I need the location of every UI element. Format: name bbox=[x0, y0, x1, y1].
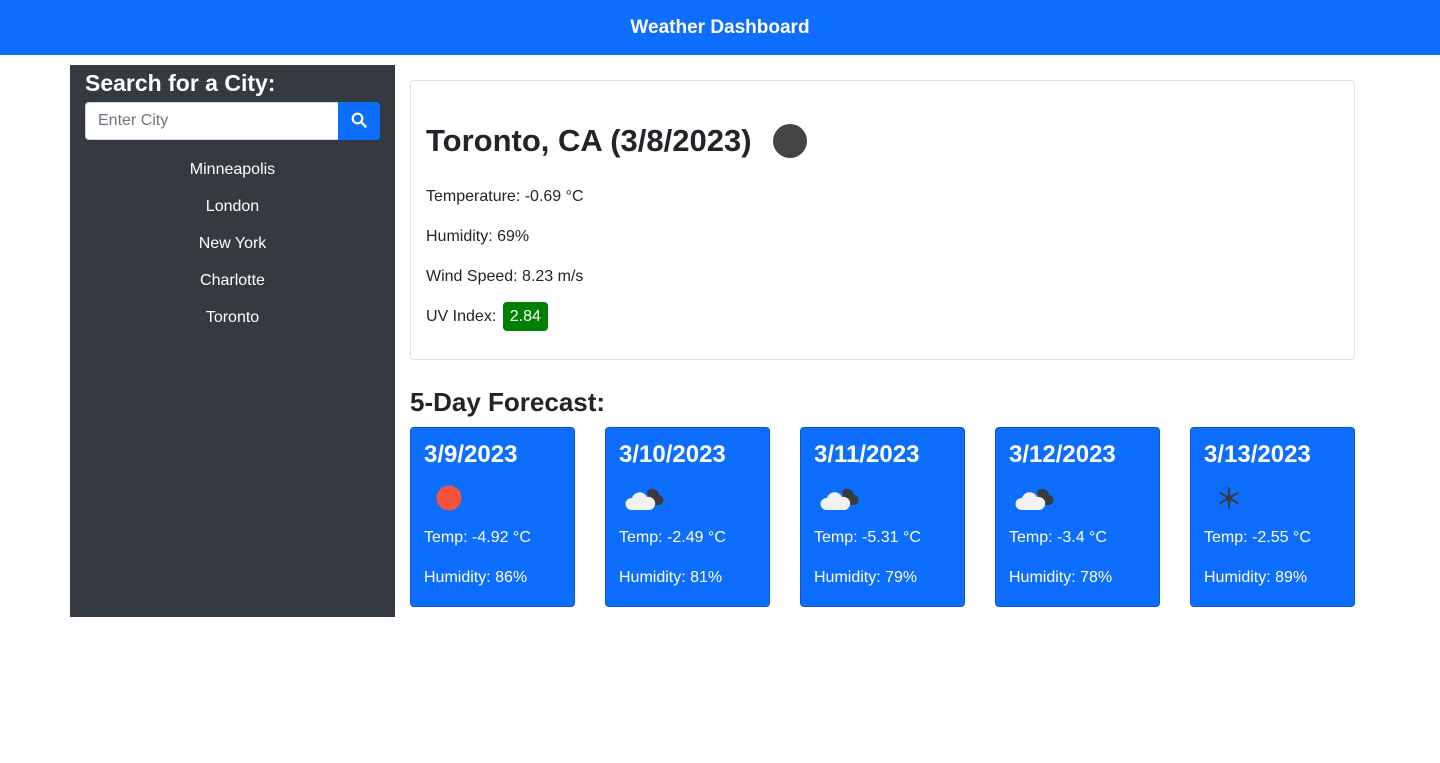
forecast-temp: Temp: -3.4 °C bbox=[1009, 529, 1107, 546]
city-search-input[interactable] bbox=[85, 102, 338, 140]
forecast-humidity: Humidity: 79% bbox=[814, 569, 918, 586]
current-temperature: Temperature: -0.69 °C bbox=[426, 188, 584, 205]
snow-icon bbox=[1204, 478, 1341, 518]
cloud-icon bbox=[814, 478, 951, 518]
current-city-title: Toronto, CA (3/8/2023) bbox=[426, 123, 752, 158]
forecast-card: 3/11/2023 Temp: -5.31 °C Humidity: 79% bbox=[800, 427, 965, 607]
forecast-date: 3/9/2023 bbox=[424, 441, 518, 468]
forecast-date: 3/10/2023 bbox=[619, 441, 726, 468]
current-humidity: Humidity: 69% bbox=[426, 228, 530, 245]
uv-index-label: UV Index: bbox=[426, 308, 497, 325]
forecast-humidity: Humidity: 78% bbox=[1009, 569, 1113, 586]
search-icon bbox=[351, 112, 367, 131]
forecast-humidity: Humidity: 81% bbox=[619, 569, 723, 586]
current-wind-speed: Wind Speed: 8.23 m/s bbox=[426, 268, 584, 285]
forecast-card: 3/13/2023 Temp: -2.55 °C Humidity: 89% bbox=[1190, 427, 1355, 607]
forecast-humidity: Humidity: 86% bbox=[424, 569, 528, 586]
cloud-icon bbox=[1009, 478, 1146, 518]
current-weather-card: Toronto, CA (3/8/2023) Temperature: -0.6… bbox=[410, 80, 1355, 360]
forecast-temp: Temp: -4.92 °C bbox=[424, 529, 531, 546]
current-stats: Temperature: -0.69 °C Humidity: 69% Wind… bbox=[426, 177, 1339, 337]
forecast-card: 3/9/2023 Temp: -4.92 °C Humidity: 86% bbox=[410, 427, 575, 607]
forecast-humidity: Humidity: 89% bbox=[1204, 569, 1308, 586]
history-item-london[interactable]: London bbox=[85, 188, 380, 225]
search-history-list: Minneapolis London New York Charlotte To… bbox=[85, 151, 380, 336]
forecast-card: 3/10/2023 Temp: -2.49 °C Humidity: 81% bbox=[605, 427, 770, 607]
forecast-heading: 5-Day Forecast: bbox=[410, 387, 606, 417]
search-form bbox=[85, 102, 380, 140]
history-item-toronto[interactable]: Toronto bbox=[85, 299, 380, 336]
sun-icon bbox=[424, 478, 561, 518]
search-sidebar: Search for a City: Minneapolis London Ne… bbox=[70, 65, 395, 617]
forecast-card: 3/12/2023 Temp: -3.4 °C Humidity: 78% bbox=[995, 427, 1160, 607]
forecast-date: 3/12/2023 bbox=[1009, 441, 1116, 468]
current-title-row: Toronto, CA (3/8/2023) bbox=[426, 119, 1339, 163]
forecast-date: 3/13/2023 bbox=[1204, 441, 1311, 468]
history-item-charlotte[interactable]: Charlotte bbox=[85, 262, 380, 299]
search-button[interactable] bbox=[338, 102, 380, 140]
forecast-temp: Temp: -2.49 °C bbox=[619, 529, 726, 546]
current-uv-index: UV Index: 2.84 bbox=[426, 297, 1339, 337]
uv-index-badge: 2.84 bbox=[502, 302, 548, 332]
app-title: Weather Dashboard bbox=[630, 16, 810, 38]
forecast-temp: Temp: -5.31 °C bbox=[814, 529, 921, 546]
search-heading: Search for a City: bbox=[85, 70, 276, 96]
forecast-temp: Temp: -2.55 °C bbox=[1204, 529, 1311, 546]
cloudy-night-icon bbox=[772, 123, 808, 159]
forecast-cards: 3/9/2023 Temp: -4.92 °C Humidity: 86% 3/… bbox=[410, 427, 1355, 607]
top-navbar: Weather Dashboard bbox=[0, 0, 1440, 55]
history-item-new-york[interactable]: New York bbox=[85, 225, 380, 262]
forecast-date: 3/11/2023 bbox=[814, 441, 920, 468]
cloud-icon bbox=[619, 478, 756, 518]
history-item-minneapolis[interactable]: Minneapolis bbox=[85, 151, 380, 188]
